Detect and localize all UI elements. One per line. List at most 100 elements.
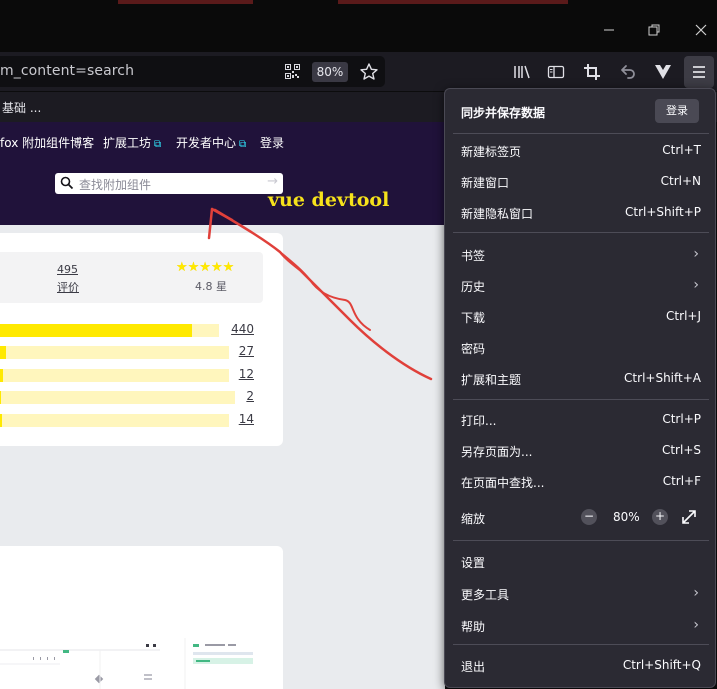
menu-item-label: 设置 <box>461 556 486 570</box>
screenshots-card <box>0 546 283 689</box>
menu-item-new-window[interactable]: 新建窗口 Ctrl+N <box>461 171 701 191</box>
bookmark-item[interactable]: 基础 ... <box>2 99 41 116</box>
menu-separator <box>453 232 709 233</box>
menu-item-label: 书签 <box>461 249 486 263</box>
sidebar-icon[interactable] <box>546 62 566 82</box>
close-icon[interactable] <box>693 22 709 38</box>
menu-item-label: 打印... <box>461 414 497 428</box>
restore-icon[interactable] <box>646 22 662 38</box>
search-placeholder: 查找附加组件 <box>79 178 152 192</box>
menu-item-history[interactable]: 历史 › <box>461 275 701 295</box>
menu-item-shortcut: Ctrl+S <box>661 443 701 457</box>
nav-link-blog[interactable]: fox 附加组件博客 <box>0 134 94 151</box>
review-count[interactable]: 495 <box>57 263 78 276</box>
menu-item-passwords[interactable]: 密码 <box>461 337 701 357</box>
menu-item-shortcut: Ctrl+J <box>666 309 701 323</box>
menu-item-downloads[interactable]: 下载 Ctrl+J <box>461 306 701 326</box>
menu-item-bookmarks[interactable]: 书签 › <box>461 244 701 264</box>
rating-value: 4.8 星 <box>195 280 227 293</box>
arrow-right-icon[interactable]: → <box>267 174 278 189</box>
rating-count-1[interactable]: 14 <box>214 412 254 426</box>
url-bar[interactable]: m_content=search 80% <box>0 56 385 87</box>
menu-item-new-tab[interactable]: 新建标签页 Ctrl+T <box>461 140 701 160</box>
zoom-out-button[interactable]: − <box>581 509 597 525</box>
vue-devtools-icon[interactable] <box>653 62 673 82</box>
title-bar <box>0 0 717 52</box>
menu-item-find-in-page[interactable]: 在页面中查找... Ctrl+F <box>461 471 701 491</box>
menu-item-more-tools[interactable]: 更多工具 › <box>461 583 701 603</box>
menu-item-label: 在页面中查找... <box>461 476 545 490</box>
nav-link-label: 扩展工坊 <box>103 136 152 150</box>
rating-bar-fill <box>0 346 6 359</box>
addon-screenshot-thumbnail[interactable] <box>0 546 283 689</box>
search-icon <box>60 176 74 190</box>
menu-separator <box>453 644 709 645</box>
menu-item-help[interactable]: 帮助 › <box>461 615 701 635</box>
rating-bar-fill <box>0 324 192 337</box>
tab-strip-fragment[interactable] <box>338 0 568 4</box>
menu-separator <box>453 133 709 134</box>
chevron-right-icon: › <box>693 585 699 601</box>
addon-search-input[interactable]: 查找附加组件 → <box>55 173 283 194</box>
menu-item-shortcut: Ctrl+N <box>660 174 701 188</box>
app-menu-button[interactable] <box>684 56 714 88</box>
rating-bar-2[interactable] <box>0 391 235 404</box>
nav-link-login[interactable]: 登录 <box>260 134 284 151</box>
qr-code-icon[interactable] <box>285 64 300 79</box>
rating-bar-1[interactable] <box>0 414 229 427</box>
fullscreen-icon[interactable] <box>680 508 698 526</box>
review-label[interactable]: 评价 <box>57 279 79 295</box>
sync-title: 同步并保存数据 <box>461 106 546 120</box>
menu-separator <box>453 540 709 541</box>
chevron-right-icon: › <box>693 617 699 633</box>
menu-item-label: 下载 <box>461 311 486 325</box>
bookmark-star-icon[interactable] <box>359 62 379 82</box>
nav-link-label: 开发者中心 <box>176 136 237 150</box>
nav-link-developer-hub[interactable]: 开发者中心 ⧉ <box>176 134 246 151</box>
menu-item-new-private-window[interactable]: 新建隐私窗口 Ctrl+Shift+P <box>461 202 701 222</box>
chevron-right-icon: › <box>693 277 699 293</box>
app-menu-panel: 同步并保存数据 登录 新建标签页 Ctrl+T 新建窗口 Ctrl+N 新建隐私… <box>444 88 716 688</box>
minimize-icon[interactable] <box>601 22 617 38</box>
rating-bar-fill <box>0 369 3 382</box>
menu-item-addons-and-themes[interactable]: 扩展和主题 Ctrl+Shift+A <box>461 368 701 388</box>
url-text[interactable]: m_content=search <box>0 63 134 79</box>
screenshot-crop-icon[interactable] <box>582 62 602 82</box>
menu-separator <box>453 399 709 400</box>
menu-item-shortcut: Ctrl+P <box>662 412 701 426</box>
menu-item-label: 退出 <box>461 660 486 674</box>
star-rating-icon: ★★★★★ <box>176 260 235 275</box>
rating-count-5[interactable]: 440 <box>214 322 254 336</box>
tab-strip-fragment[interactable] <box>118 0 253 4</box>
ratings-card: 495 评价 ★★★★★ 4.8 星 440 27 12 2 14 <box>0 233 283 446</box>
library-icon[interactable] <box>512 62 532 82</box>
menu-item-label: 更多工具 <box>461 588 510 602</box>
zoom-value[interactable]: 80% <box>613 510 640 524</box>
menu-item-label: 历史 <box>461 280 486 294</box>
undo-arrow-icon[interactable] <box>618 62 638 82</box>
menu-item-shortcut: Ctrl+Shift+Q <box>622 658 701 672</box>
rating-count-4[interactable]: 27 <box>214 344 254 358</box>
menu-item-shortcut: Ctrl+Shift+A <box>624 371 701 385</box>
menu-item-label: 另存页面为... <box>461 445 533 459</box>
menu-item-save-page-as[interactable]: 另存页面为... Ctrl+S <box>461 440 701 460</box>
external-link-icon: ⧉ <box>239 139 247 150</box>
rating-bar-3[interactable] <box>0 369 229 382</box>
menu-item-label: 新建隐私窗口 <box>461 207 534 221</box>
menu-item-shortcut: Ctrl+F <box>662 474 701 488</box>
menu-item-label: 缩放 <box>461 512 486 526</box>
navigation-toolbar: m_content=search 80% <box>0 52 717 92</box>
sign-in-button[interactable]: 登录 <box>655 99 699 123</box>
menu-item-shortcut: Ctrl+Shift+P <box>625 205 701 219</box>
menu-item-exit[interactable]: 退出 Ctrl+Shift+Q <box>461 655 701 675</box>
nav-link-extension-workshop[interactable]: 扩展工坊 ⧉ <box>103 134 161 151</box>
menu-item-settings[interactable]: 设置 <box>461 551 701 571</box>
zoom-in-button[interactable]: + <box>652 509 668 525</box>
zoom-level-badge[interactable]: 80% <box>312 62 348 82</box>
rating-count-2[interactable]: 2 <box>214 389 254 403</box>
rating-bar-4[interactable] <box>0 346 229 359</box>
rating-summary: 495 评价 ★★★★★ 4.8 星 <box>0 252 263 303</box>
rating-bar-5[interactable] <box>0 324 219 337</box>
rating-count-3[interactable]: 12 <box>214 367 254 381</box>
menu-item-print[interactable]: 打印... Ctrl+P <box>461 409 701 429</box>
